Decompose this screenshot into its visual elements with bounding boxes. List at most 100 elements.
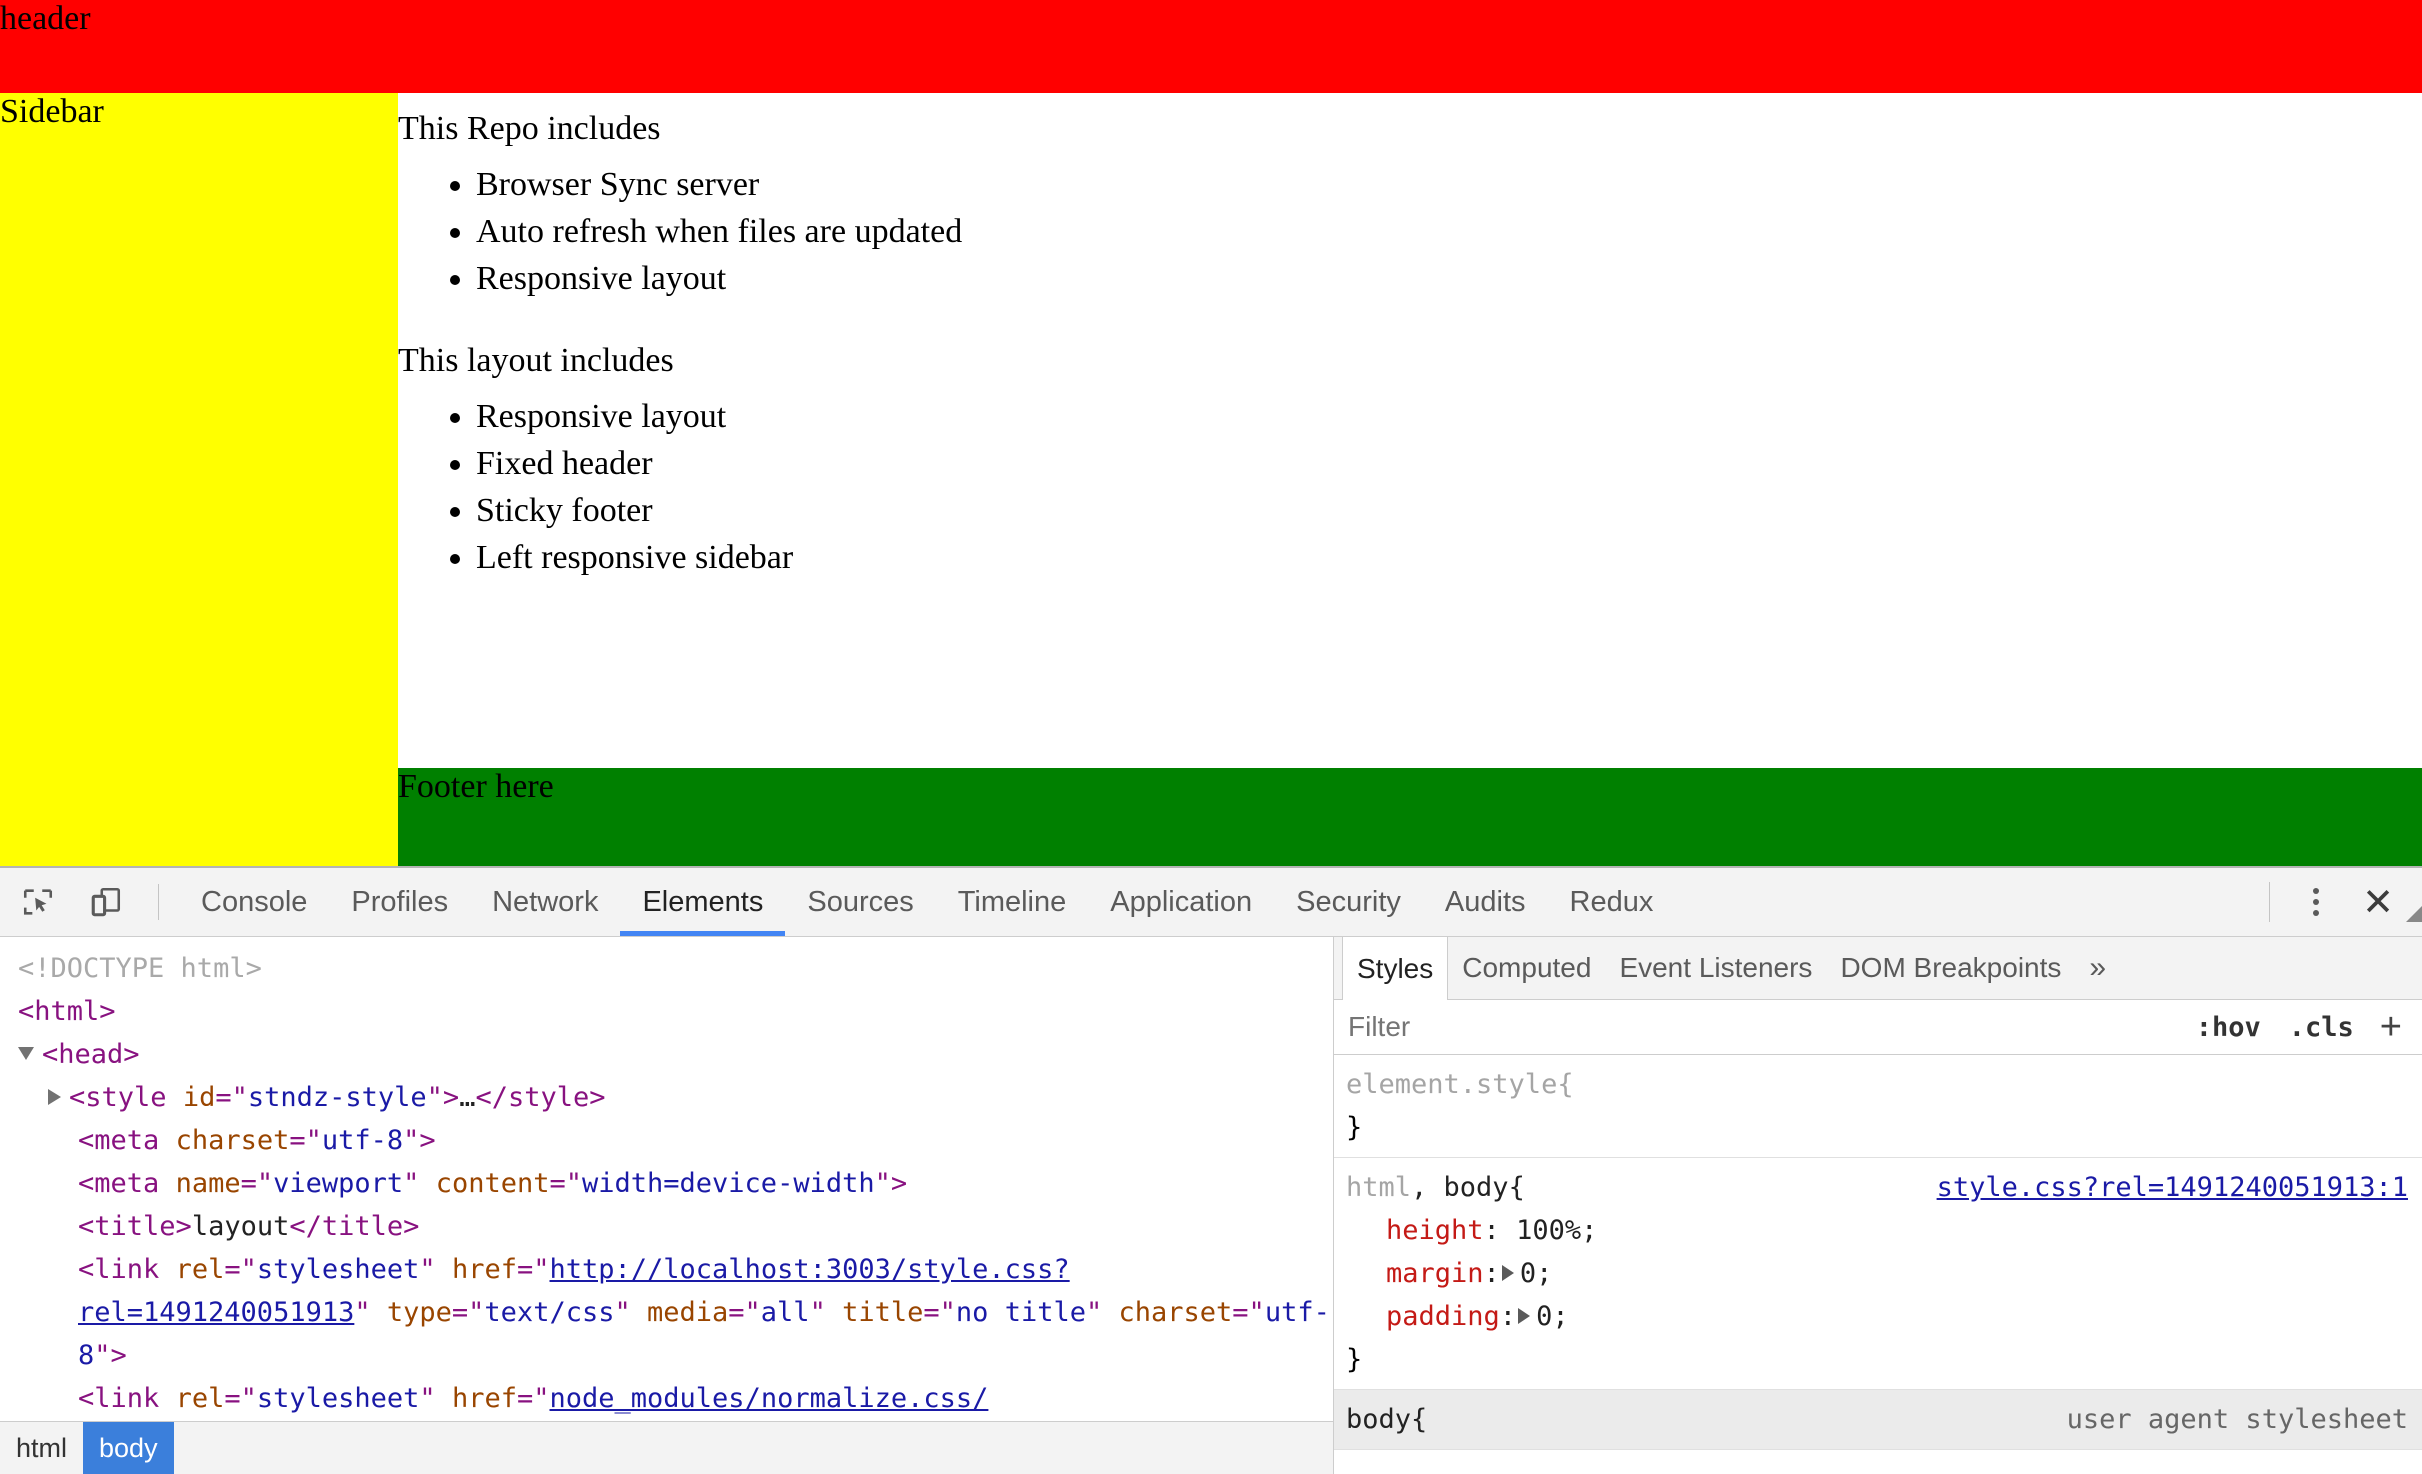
tab-application[interactable]: Application xyxy=(1088,868,1274,936)
css-declaration-margin[interactable]: margin: 0; xyxy=(1346,1252,2422,1295)
rule-origin-link[interactable]: style.css?rel=1491240051913:1 xyxy=(1937,1166,2422,1209)
css-rule-body-ua[interactable]: body { user agent stylesheet xyxy=(1334,1390,2422,1450)
styles-filter-bar: :hov .cls + xyxy=(1334,906,2422,1055)
css-declaration-height[interactable]: height: 100%; xyxy=(1346,1209,2422,1252)
filter-input[interactable] xyxy=(1346,1010,2182,1044)
stylesheet-href-link-cont[interactable]: rel=1491240051913 xyxy=(78,1297,354,1328)
toolbar-divider xyxy=(158,884,159,920)
dom-line-title[interactable]: <title>layout</title> xyxy=(0,1205,1333,1248)
tab-event-listeners[interactable]: Event Listeners xyxy=(1605,937,1826,999)
devtools-toolbar: Console Profiles Network Elements Source… xyxy=(0,868,2422,937)
rule-brace-close: } xyxy=(1346,1344,1363,1375)
rule-brace-open: { xyxy=(1411,1404,1428,1435)
expand-triangle-icon[interactable] xyxy=(48,1089,61,1105)
styles-pane: Styles Computed Event Listeners DOM Brea… xyxy=(1334,906,2422,1474)
kebab-dot xyxy=(2313,910,2319,916)
list-item: Fixed header xyxy=(476,447,2422,481)
expand-shorthand-icon[interactable] xyxy=(1518,1308,1531,1324)
expand-shorthand-icon[interactable] xyxy=(1501,1265,1514,1281)
dom-line-meta-charset[interactable]: <meta charset="utf-8"> xyxy=(0,1119,1333,1162)
page-sidebar: Sidebar xyxy=(0,93,398,866)
expand-triangle-icon[interactable] xyxy=(18,1047,34,1060)
css-declaration-padding[interactable]: padding: 0; xyxy=(1346,1295,2422,1338)
tab-sources[interactable]: Sources xyxy=(785,868,935,936)
new-style-rule-button[interactable]: + xyxy=(2368,1006,2414,1049)
css-rule-html-body[interactable]: html, body { style.css?rel=1491240051913… xyxy=(1334,1158,2422,1390)
rule-selector[interactable]: body xyxy=(1346,1398,1411,1441)
kebab-menu-icon[interactable] xyxy=(2294,878,2338,926)
dom-tree[interactable]: <!DOCTYPE html> <html> <head> <style id=… xyxy=(0,937,1333,1421)
css-property-value[interactable]: 100%; xyxy=(1516,1215,1597,1246)
rule-brace-close: } xyxy=(1346,1112,1363,1143)
list-item: Left responsive sidebar xyxy=(476,541,2422,575)
toolbar-right-group: ✕ xyxy=(2245,876,2422,928)
resize-handle[interactable] xyxy=(2406,906,2422,922)
page-footer-label: Footer here xyxy=(398,768,554,805)
tab-elements[interactable]: Elements xyxy=(620,868,786,936)
css-property-value[interactable]: 0; xyxy=(1536,1301,1569,1332)
dom-line-doctype[interactable]: <!DOCTYPE html> xyxy=(0,947,1333,990)
rule-selector[interactable]: element.style xyxy=(1346,1063,1557,1106)
close-icon[interactable]: ✕ xyxy=(2352,876,2404,928)
list-item: Auto refresh when files are updated xyxy=(476,215,2422,249)
dom-line-html-open[interactable]: <html> xyxy=(0,990,1333,1033)
tab-profiles[interactable]: Profiles xyxy=(329,868,470,936)
rule-brace-open: { xyxy=(1508,1172,1525,1203)
tab-timeline[interactable]: Timeline xyxy=(936,868,1089,936)
list-item: Browser Sync server xyxy=(476,168,2422,202)
breadcrumb-item-body[interactable]: body xyxy=(83,1422,174,1474)
page-sidebar-label: Sidebar xyxy=(0,93,104,130)
repo-includes-heading: This Repo includes xyxy=(398,110,661,147)
browser-viewport: header Sidebar This Repo includes Browse… xyxy=(0,0,2422,866)
rule-selector-inactive: html xyxy=(1346,1172,1412,1203)
css-property-name[interactable]: margin xyxy=(1386,1258,1484,1289)
dom-line-head-open[interactable]: <head> xyxy=(0,1033,1333,1076)
kebab-dot xyxy=(2313,899,2319,905)
rule-selector-row: body { user agent stylesheet xyxy=(1346,1398,2422,1441)
rule-selector[interactable]: , body xyxy=(1411,1166,1509,1209)
tab-dom-breakpoints[interactable]: DOM Breakpoints xyxy=(1826,937,2075,999)
css-property-name[interactable]: padding xyxy=(1386,1301,1500,1332)
dom-line-meta-viewport[interactable]: <meta name="viewport" content="width=dev… xyxy=(0,1162,1333,1205)
dom-line-style[interactable]: <style id="stndz-style">…</style> xyxy=(0,1076,1333,1119)
hov-toggle-button[interactable]: :hov xyxy=(2182,1012,2275,1043)
list-item: Sticky footer xyxy=(476,494,2422,528)
dom-line-link-normalize[interactable]: <link rel="stylesheet" href="node_module… xyxy=(0,1377,1333,1420)
device-toolbar-icon[interactable] xyxy=(76,876,136,928)
stylesheet-href-link[interactable]: http://localhost:3003/style.css? xyxy=(550,1254,1070,1285)
tab-audits[interactable]: Audits xyxy=(1423,868,1548,936)
rule-selector-row: element.style { xyxy=(1346,1063,2422,1106)
cls-toggle-button[interactable]: .cls xyxy=(2275,1012,2368,1043)
page-main-content: This Repo includes Browser Sync server A… xyxy=(398,93,2422,768)
tab-console[interactable]: Console xyxy=(179,868,329,936)
layout-includes-list: Responsive layout Fixed header Sticky fo… xyxy=(398,400,2422,575)
css-property-name[interactable]: height xyxy=(1386,1215,1484,1246)
css-rule-element-style[interactable]: element.style { } xyxy=(1334,1055,2422,1158)
tab-network[interactable]: Network xyxy=(470,868,620,936)
styles-tab-bar: Styles Computed Event Listeners DOM Brea… xyxy=(1334,937,2422,1000)
tab-styles[interactable]: Styles xyxy=(1342,937,1449,1000)
toolbar-divider-right xyxy=(2269,882,2270,922)
kebab-dot xyxy=(2313,888,2319,894)
dom-line-link-stylesheet[interactable]: <link rel="stylesheet" href="http://loca… xyxy=(0,1248,1333,1377)
devtools-tab-bar: Console Profiles Network Elements Source… xyxy=(179,868,1675,936)
breadcrumb: html body xyxy=(0,1421,1333,1474)
tab-computed[interactable]: Computed xyxy=(1448,937,1605,999)
devtools-panel: Console Profiles Network Elements Source… xyxy=(0,866,2422,1474)
tab-security[interactable]: Security xyxy=(1274,868,1423,936)
repo-includes-list: Browser Sync server Auto refresh when fi… xyxy=(398,168,2422,296)
css-rules-list: element.style { } html, body { style.css… xyxy=(1334,1055,2422,1474)
devtools-body: <!DOCTYPE html> <html> <head> <style id=… xyxy=(0,906,2422,1474)
css-property-value[interactable]: 0; xyxy=(1520,1258,1553,1289)
rule-origin-label: user agent stylesheet xyxy=(2066,1404,2408,1435)
tab-redux[interactable]: Redux xyxy=(1548,868,1676,936)
breadcrumb-item-html[interactable]: html xyxy=(0,1422,83,1474)
inspect-element-icon[interactable] xyxy=(8,876,68,928)
more-tabs-chevron-icon[interactable]: » xyxy=(2075,937,2120,999)
list-item: Responsive layout xyxy=(476,262,2422,296)
normalize-href-link[interactable]: node_modules/normalize.css/ xyxy=(550,1383,989,1414)
rule-brace-open: { xyxy=(1557,1069,1574,1100)
layout-includes-heading: This layout includes xyxy=(398,342,674,379)
page-header: header xyxy=(0,0,2422,93)
rule-selector-row: html, body { style.css?rel=1491240051913… xyxy=(1346,1166,2422,1209)
